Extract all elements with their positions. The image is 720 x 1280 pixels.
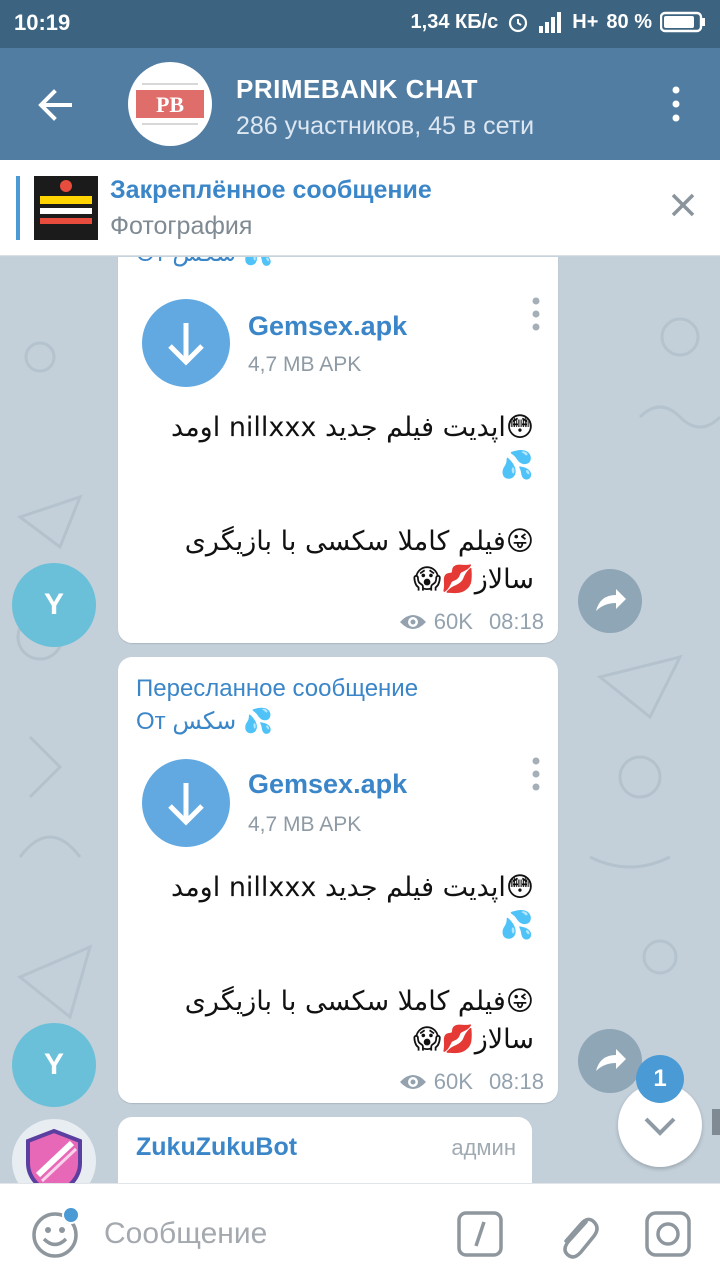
file-name[interactable]: Gemsex.apk bbox=[248, 311, 407, 342]
more-menu-icon[interactable] bbox=[666, 84, 686, 124]
back-arrow-icon[interactable] bbox=[30, 80, 80, 130]
avatar-text: PB bbox=[156, 92, 184, 117]
signal-icon bbox=[539, 12, 562, 33]
message-bubble[interactable]: Пересланное сообщение От سکس 💦 Gemsex.ap… bbox=[118, 657, 558, 1103]
sender-avatar[interactable]: Y bbox=[12, 1023, 96, 1107]
network-type: H+ bbox=[572, 10, 599, 33]
message-time: 08:18 bbox=[488, 1069, 544, 1094]
pinned-thumbnail bbox=[34, 176, 98, 240]
forward-from[interactable]: От سکس 💦 bbox=[136, 707, 273, 736]
message-line: سالاز💋😱 bbox=[412, 564, 534, 595]
unread-count-badge: 1 bbox=[636, 1055, 684, 1103]
chat-title[interactable]: PRIMEBANK CHAT bbox=[236, 74, 478, 105]
message-text: 😳اپدیت فیلم جدید nillxxx اومد 💦 😜فیلم کا… bbox=[144, 869, 534, 1059]
paperclip-icon[interactable] bbox=[554, 1206, 600, 1262]
new-sticker-dot bbox=[62, 1206, 80, 1224]
primebank-logo-icon: PB bbox=[136, 83, 204, 125]
file-options-icon[interactable] bbox=[532, 297, 540, 331]
download-button[interactable] bbox=[142, 299, 230, 387]
view-count: 60K bbox=[433, 1069, 473, 1094]
message-time: 08:18 bbox=[488, 609, 544, 634]
download-arrow-icon bbox=[168, 323, 204, 366]
message-line: سالاز💋😱 bbox=[412, 1024, 534, 1055]
network-speed: 1,34 КБ/с bbox=[410, 10, 499, 33]
share-arrow-icon bbox=[596, 589, 626, 611]
download-button[interactable] bbox=[142, 759, 230, 847]
forward-from[interactable]: От سکس 💦 bbox=[136, 257, 273, 268]
download-arrow-icon bbox=[168, 783, 204, 826]
message-line: 😜فیلم کاملا سکسی با بازیگری bbox=[184, 986, 534, 1017]
message-line: 😜فیلم کاملا سکسی با بازیگری bbox=[184, 526, 534, 557]
message-line: 💦 bbox=[500, 450, 534, 481]
message-line: 😳اپدیت فیلم جدید nillxxx اومد bbox=[171, 872, 534, 903]
bot-message-bubble[interactable]: ZukuZukuBot админ bbox=[118, 1117, 532, 1183]
message-input[interactable] bbox=[104, 1212, 424, 1256]
scrollbar-handle[interactable] bbox=[712, 1109, 720, 1135]
status-bar: 10:19 1,34 КБ/с H+ 80 % bbox=[0, 0, 720, 48]
pinned-message[interactable]: Закреплённое сообщение Фотография bbox=[0, 160, 720, 256]
pinned-title: Закреплённое сообщение bbox=[110, 176, 432, 204]
message-input-bar bbox=[0, 1183, 720, 1280]
file-options-icon[interactable] bbox=[532, 757, 540, 791]
message-bubble[interactable]: От سکس 💦 Gemsex.apk 4,7 MB APK 😳اپدیت فی… bbox=[118, 257, 558, 643]
pinned-subtitle: Фотография bbox=[110, 212, 253, 240]
chat-header: PB PRIMEBANK CHAT 286 участников, 45 в с… bbox=[0, 48, 720, 160]
alarm-icon bbox=[509, 13, 528, 33]
bot-commands-icon[interactable] bbox=[456, 1210, 504, 1258]
pinned-accent-bar bbox=[16, 176, 20, 240]
message-line: 💦 bbox=[500, 910, 534, 941]
file-meta: 4,7 MB APK bbox=[248, 353, 362, 376]
share-button[interactable] bbox=[578, 569, 642, 633]
sender-avatar[interactable]: Y bbox=[12, 563, 96, 647]
battery-percent: 80 % bbox=[606, 10, 652, 33]
chat-area[interactable]: От سکس 💦 Gemsex.apk 4,7 MB APK 😳اپدیت فی… bbox=[0, 257, 720, 1183]
message-line: 😳اپدیت فیلم جدید nillxxx اومد bbox=[171, 412, 534, 443]
status-right: 1,34 КБ/с H+ 80 % bbox=[411, 10, 706, 34]
battery-icon bbox=[660, 11, 705, 33]
message-meta: 60K 08:18 bbox=[398, 1069, 544, 1095]
bot-sender-name[interactable]: ZukuZukuBot bbox=[136, 1133, 297, 1162]
status-time: 10:19 bbox=[14, 10, 71, 35]
message-meta: 60K 08:18 bbox=[398, 609, 544, 635]
chat-members: 286 участников, 45 в сети bbox=[236, 112, 535, 140]
chat-avatar[interactable]: PB bbox=[128, 62, 212, 146]
forward-label: Пересланное сообщение bbox=[136, 675, 419, 702]
file-name[interactable]: Gemsex.apk bbox=[248, 769, 407, 800]
file-meta: 4,7 MB APK bbox=[248, 813, 362, 836]
camera-icon[interactable] bbox=[644, 1210, 692, 1258]
message-text: 😳اپدیت فیلم جدید nillxxx اومد 💦 😜فیلم کا… bbox=[144, 409, 534, 599]
close-icon[interactable] bbox=[668, 190, 698, 220]
admin-badge: админ bbox=[451, 1135, 516, 1160]
views-eye-icon bbox=[399, 1075, 426, 1089]
views-eye-icon bbox=[399, 615, 426, 629]
view-count: 60K bbox=[433, 609, 473, 634]
